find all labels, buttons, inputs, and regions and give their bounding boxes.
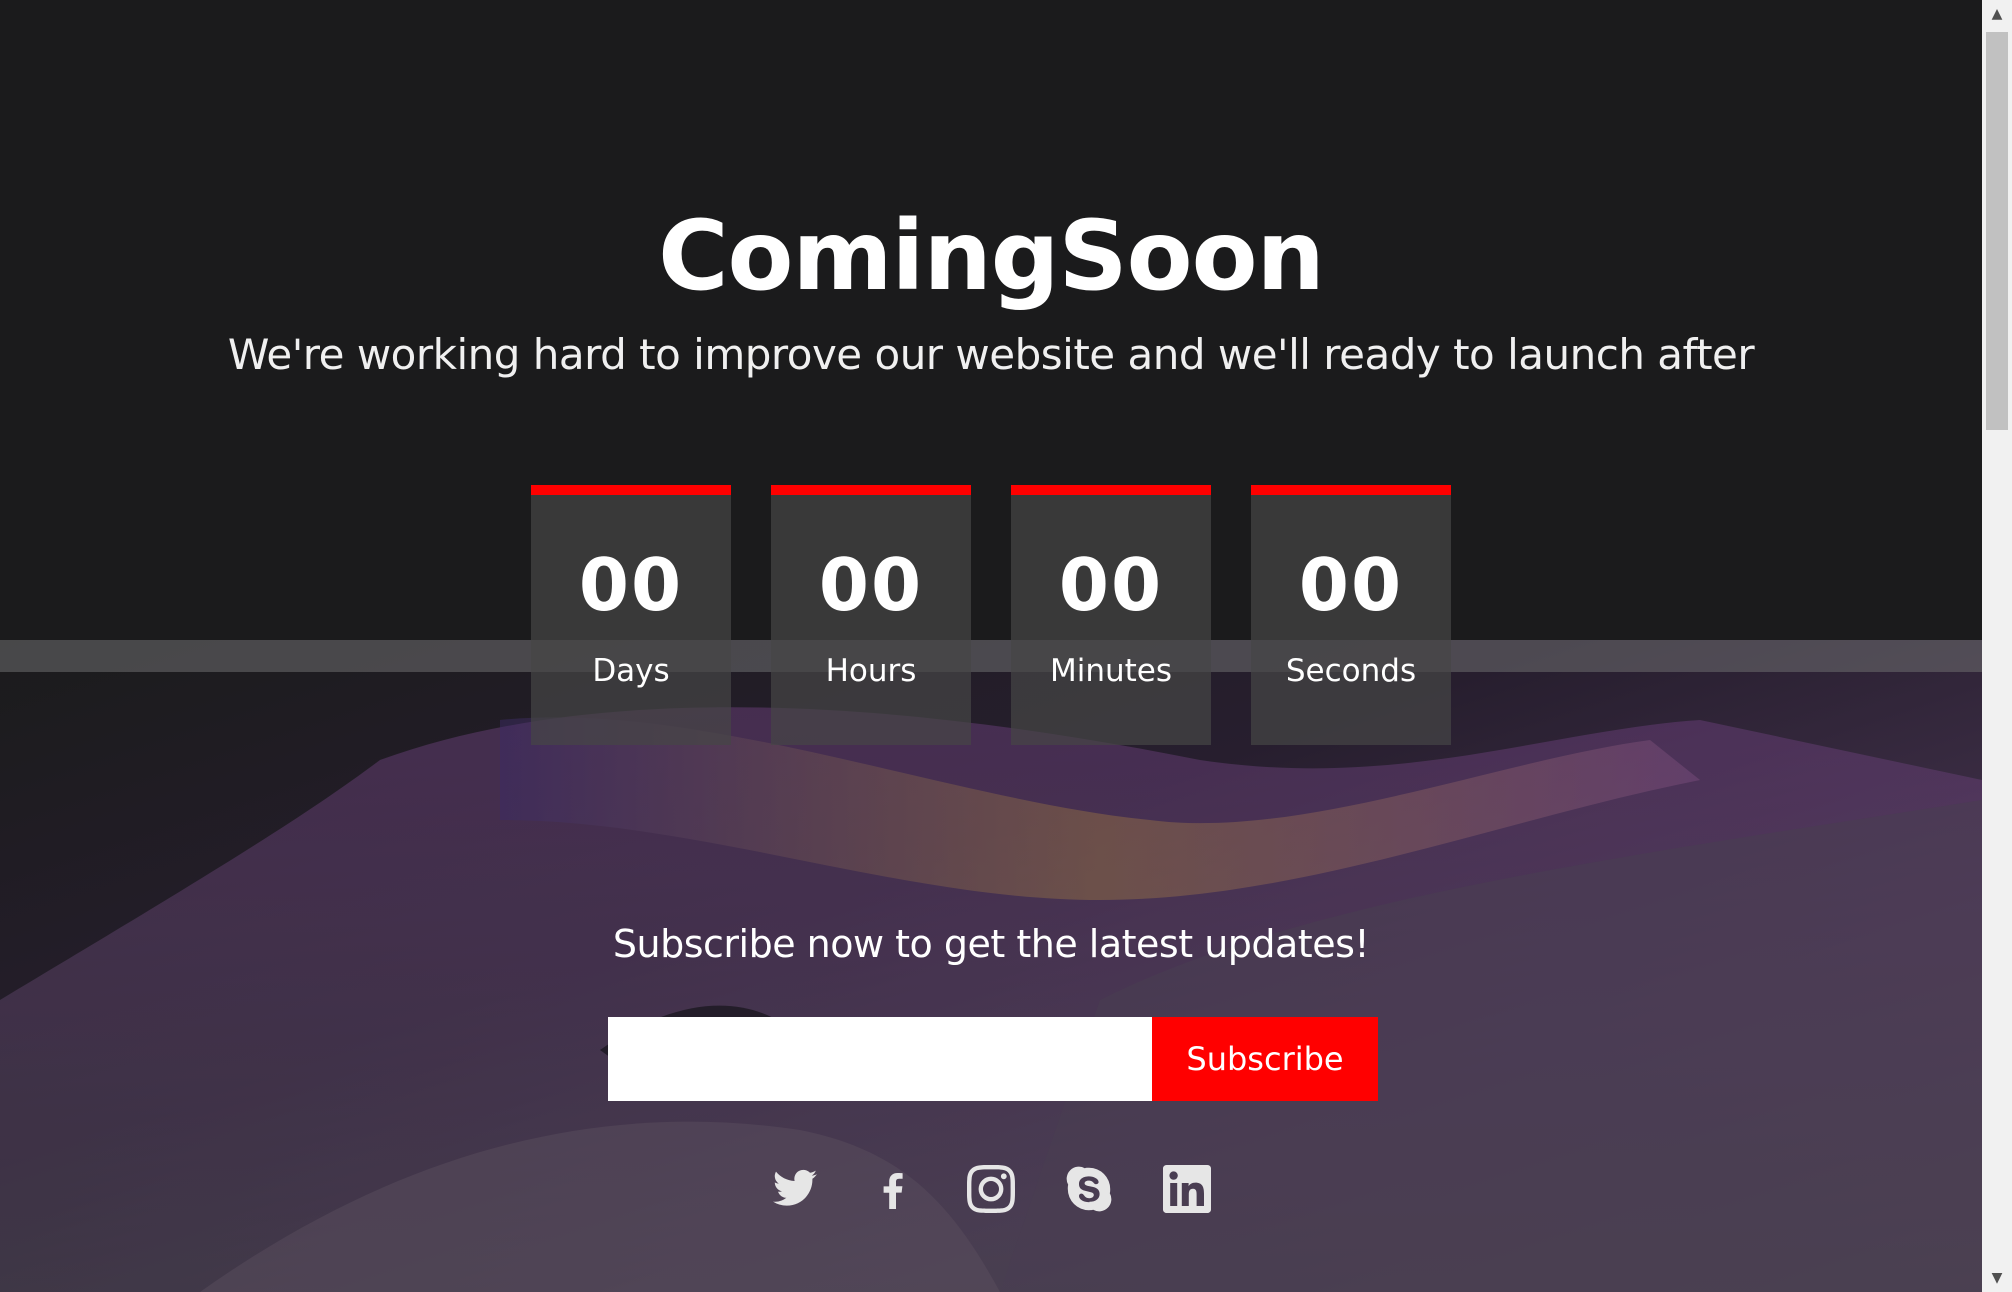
page-title: ComingSoon	[658, 200, 1325, 312]
instagram-link[interactable]	[966, 1164, 1016, 1214]
countdown-value: 00	[818, 543, 924, 627]
skype-icon	[1066, 1166, 1112, 1212]
facebook-link[interactable]	[868, 1164, 918, 1214]
main-content: ComingSoon We're working hard to improve…	[0, 0, 1982, 1292]
social-links	[770, 1164, 1212, 1214]
twitter-icon	[773, 1169, 817, 1206]
countdown-timer: 00 Days 00 Hours 00 Minutes 00 Seconds	[531, 485, 1451, 745]
countdown-value: 00	[578, 543, 684, 627]
scroll-thumb[interactable]	[1986, 32, 2008, 430]
countdown-label: Seconds	[1285, 653, 1417, 689]
scroll-up-icon[interactable]: ▲	[1982, 0, 2012, 28]
vertical-scrollbar[interactable]: ▲ ▼	[1982, 0, 2012, 1292]
countdown-value: 00	[1298, 543, 1404, 627]
countdown-days: 00 Days	[531, 485, 731, 745]
countdown-label: Minutes	[1049, 653, 1173, 689]
subscribe-heading: Subscribe now to get the latest updates!	[612, 922, 1370, 966]
facebook-icon	[883, 1173, 903, 1209]
instagram-icon	[967, 1165, 1015, 1213]
countdown-label: Hours	[825, 653, 917, 689]
countdown-minutes: 00 Minutes	[1011, 485, 1211, 745]
countdown-value: 00	[1058, 543, 1164, 627]
countdown-hours: 00 Hours	[771, 485, 971, 745]
scroll-down-icon[interactable]: ▼	[1982, 1264, 2012, 1292]
countdown-label: Days	[592, 653, 670, 689]
twitter-link[interactable]	[770, 1164, 820, 1214]
subscribe-button[interactable]: Subscribe	[1152, 1017, 1378, 1101]
linkedin-icon	[1163, 1165, 1211, 1213]
skype-link[interactable]	[1064, 1164, 1114, 1214]
email-field[interactable]	[608, 1017, 1152, 1101]
countdown-seconds: 00 Seconds	[1251, 485, 1451, 745]
linkedin-link[interactable]	[1162, 1164, 1212, 1214]
subscribe-form: Subscribe	[608, 1017, 1378, 1101]
page-subtitle: We're working hard to improve our websit…	[227, 330, 1755, 379]
